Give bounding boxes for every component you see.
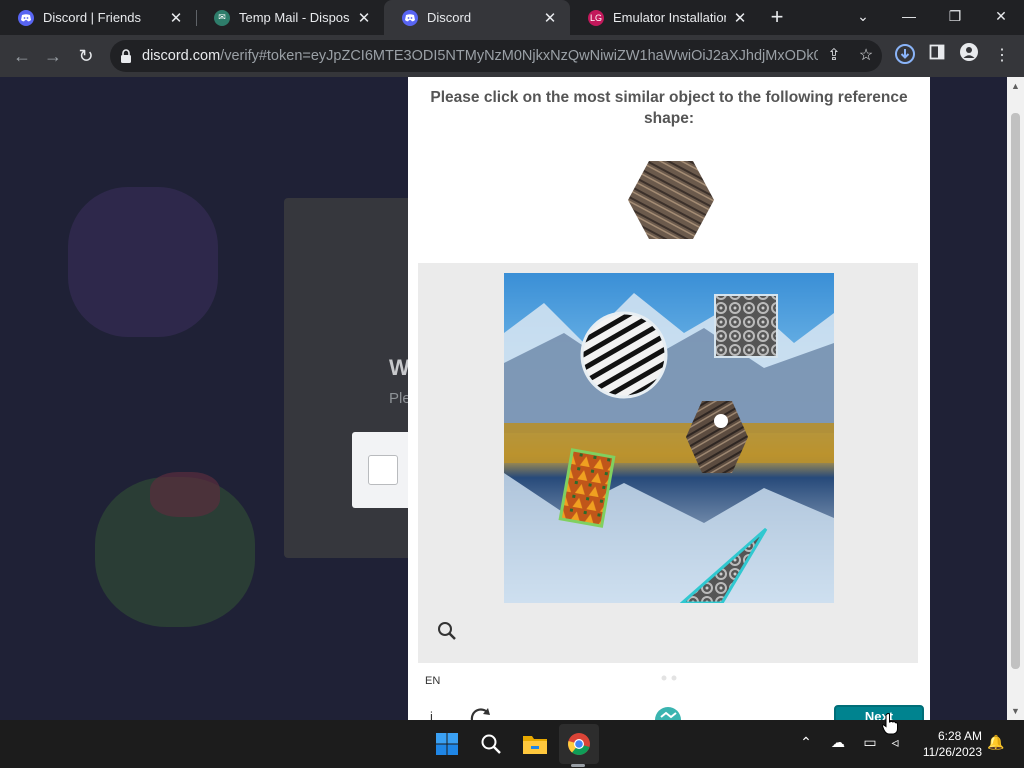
tab-discord[interactable]: Discord ✕ [384, 0, 570, 35]
tab-emulator-installation[interactable]: LG Emulator Installation | v ✕ [570, 0, 760, 35]
tab-close-icon[interactable]: ✕ [542, 9, 558, 27]
system-clock[interactable]: 6:28 AM 11/26/2023 [910, 728, 982, 760]
language-selector[interactable]: EN [425, 675, 440, 687]
address-bar[interactable]: discord.com/verify#token=eyJpZCI6MTE3ODI… [110, 40, 882, 72]
download-icon[interactable] [892, 43, 918, 69]
challenge-image[interactable] [504, 273, 834, 603]
selection-dot [714, 414, 728, 428]
hand-cursor-icon [882, 713, 898, 735]
scrollbar-thumb[interactable] [1011, 113, 1020, 669]
profile-icon[interactable] [956, 43, 982, 69]
captcha-challenge-frame: Please click on the most similar object … [408, 77, 930, 720]
tray-chevron-up-icon[interactable]: ⌃ [796, 734, 816, 751]
hcaptcha-logo-icon [655, 707, 681, 720]
tab-close-icon[interactable]: ✕ [356, 9, 372, 27]
info-icon[interactable]: i [430, 709, 434, 720]
decorative-illustration [68, 187, 218, 337]
challenge-area [418, 263, 918, 663]
page-scrollbar[interactable]: ▲ ▼ [1007, 77, 1024, 720]
minimize-icon[interactable]: — [886, 0, 932, 35]
tab-close-icon[interactable]: ✕ [168, 9, 184, 27]
scroll-up-arrow-icon[interactable]: ▲ [1007, 79, 1024, 93]
notification-bell-icon[interactable]: 🔔 [986, 734, 1006, 751]
scroll-down-arrow-icon[interactable]: ▼ [1007, 704, 1024, 718]
decorative-illustration [150, 472, 220, 517]
discord-favicon-icon [18, 9, 34, 26]
browser-toolbar: ← → ↻ discord.com/verify#token=eyJpZCI6M… [0, 35, 1024, 77]
tab-discord-friends[interactable]: Discord | Friends ✕ [0, 0, 196, 35]
zoom-magnifier-icon[interactable] [436, 620, 458, 642]
restore-icon[interactable]: ❐ [932, 0, 978, 35]
lg-favicon-icon: LG [588, 9, 604, 26]
menu-kebab-icon[interactable]: ⋮ [989, 43, 1015, 69]
tab-title: Temp Mail - Disposabl [239, 10, 350, 25]
forward-arrow-icon[interactable]: → [40, 43, 66, 69]
file-explorer-icon[interactable] [515, 724, 555, 764]
url-domain: discord.com [142, 48, 221, 64]
network-display-icon[interactable]: ▭ [860, 734, 880, 751]
tab-temp-mail[interactable]: ✉ Temp Mail - Disposabl ✕ [196, 0, 384, 35]
page-viewport: W Ple Please click on the most similar o… [0, 77, 1007, 720]
clock-time: 6:28 AM [937, 729, 982, 743]
discord-favicon-icon [402, 9, 418, 26]
zebra-circle-object[interactable] [580, 311, 668, 399]
new-tab-plus-icon[interactable]: + [766, 6, 788, 28]
captcha-checkbox[interactable] [368, 455, 398, 485]
reference-hexagon-shape [628, 161, 714, 239]
search-icon[interactable] [471, 724, 511, 764]
temp-mail-favicon-icon: ✉ [214, 9, 230, 26]
active-app-indicator [571, 764, 585, 767]
tab-title: Emulator Installation | v [613, 10, 726, 25]
tab-title: Discord [427, 10, 472, 25]
tab-close-icon[interactable]: ✕ [732, 9, 748, 27]
reload-icon[interactable]: ↻ [73, 43, 99, 69]
tab-search-chevron-icon[interactable]: ⌄ [840, 0, 886, 35]
back-arrow-icon[interactable]: ← [9, 43, 35, 69]
bookmark-star-icon[interactable]: ☆ [853, 43, 879, 69]
speaker-muted-icon[interactable]: ◃ [885, 734, 905, 751]
share-icon[interactable]: ⇪ [821, 43, 847, 69]
url-path: /verify#token=eyJpZCI6MTE3ODI5NTMyNzM0Nj… [220, 48, 818, 64]
chrome-taskbar-icon[interactable] [559, 724, 599, 764]
tab-strip: Discord | Friends ✕ ✉ Temp Mail - Dispos… [0, 0, 1024, 35]
lock-icon [121, 49, 131, 63]
next-button[interactable]: Next [834, 705, 924, 720]
url-text: discord.com/verify#token=eyJpZCI6MTE3ODI… [142, 48, 818, 64]
captcha-prompt: Please click on the most similar object … [430, 89, 908, 127]
onedrive-offline-icon[interactable]: ☁ [828, 734, 848, 751]
clock-date: 11/26/2023 [922, 745, 982, 759]
close-window-icon[interactable]: ✕ [978, 0, 1024, 35]
tab-title: Discord | Friends [43, 10, 142, 25]
side-panel-icon[interactable] [924, 43, 950, 69]
page-dots-indicator [661, 675, 677, 681]
windows-taskbar: ⌃ ☁ ▭ ◃ 6:28 AM 11/26/2023 🔔 [0, 720, 1024, 768]
gears-square-object[interactable] [714, 294, 778, 358]
verify-heading: W [389, 355, 410, 380]
windows-start-icon[interactable] [427, 724, 467, 764]
refresh-icon[interactable] [468, 705, 492, 720]
